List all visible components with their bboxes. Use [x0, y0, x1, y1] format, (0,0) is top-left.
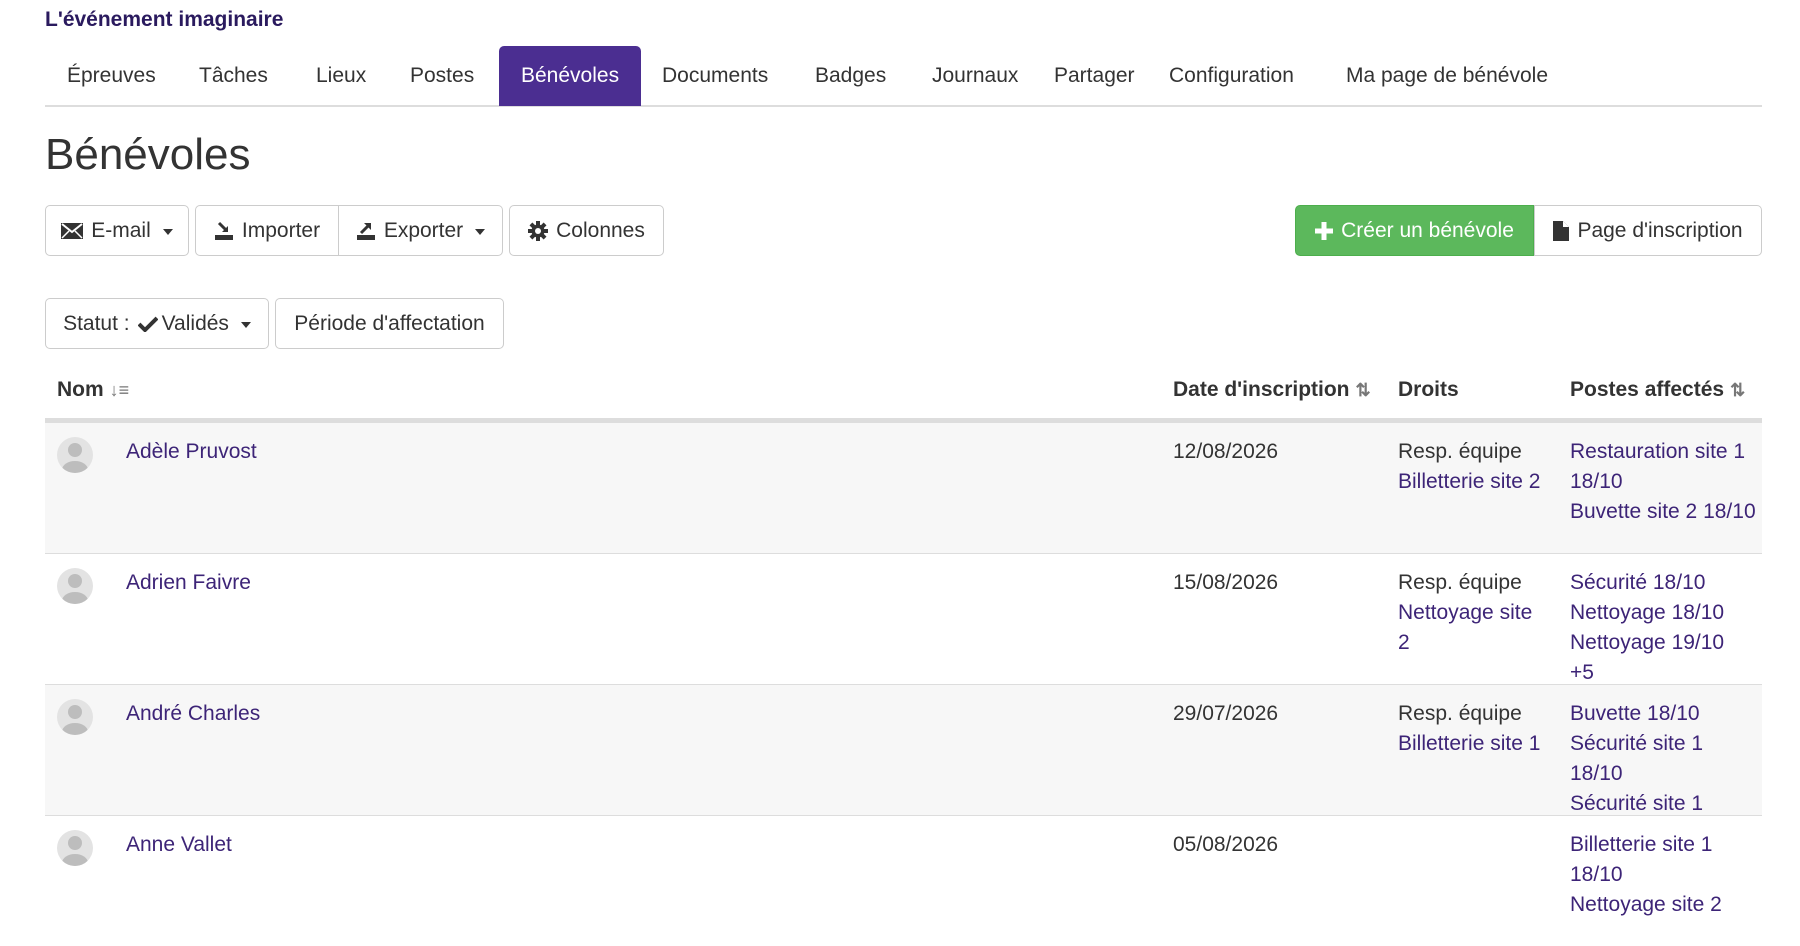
tab-benevoles[interactable]: Bénévoles: [499, 46, 642, 106]
page-title: Bénévoles: [45, 130, 251, 179]
rights-team-link[interactable]: Nettoyage site 2: [1398, 598, 1548, 658]
assigned-post-link[interactable]: Sécurité 18/10: [1570, 568, 1760, 598]
tab-ma-page[interactable]: Ma page de bénévole: [1324, 46, 1570, 106]
signup-date: 15/08/2026: [1173, 571, 1279, 594]
assigned-post-link[interactable]: Buvette 18/10: [1570, 699, 1760, 729]
table-row: Adèle Pruvost 12/08/2026 Resp. équipe Bi…: [45, 422, 1762, 553]
column-header-rights: Droits: [1398, 378, 1459, 401]
import-icon: [214, 221, 234, 241]
assigned-post-link[interactable]: Nettoyage 18/10: [1570, 598, 1760, 628]
volunteer-name-link[interactable]: Adèle Pruvost: [126, 437, 257, 467]
assigned-post-link[interactable]: Buvette site 2 18/10: [1570, 497, 1760, 527]
assigned-post-link[interactable]: Nettoyage site 2: [1570, 890, 1760, 920]
column-header-name[interactable]: Nom ↓≡: [57, 378, 129, 402]
chevron-down-icon: [475, 229, 486, 235]
signup-date: 12/08/2026: [1173, 440, 1279, 463]
volunteer-name-link[interactable]: André Charles: [126, 699, 260, 729]
signup-page-label: Page d'inscription: [1577, 218, 1743, 242]
rights-team-link[interactable]: Billetterie site 1: [1398, 729, 1548, 759]
envelope-icon: [61, 222, 84, 239]
avatar: [57, 437, 93, 473]
main-nav-tabs: Épreuves Tâches Lieux Postes Bénévoles D…: [45, 46, 1762, 107]
tab-configuration[interactable]: Configuration: [1147, 46, 1316, 106]
volunteer-name-link[interactable]: Adrien Faivre: [126, 568, 251, 598]
tab-documents[interactable]: Documents: [640, 46, 790, 106]
file-icon: [1553, 220, 1570, 241]
table-row: Adrien Faivre 15/08/2026 Resp. équipe Ne…: [45, 553, 1762, 684]
column-header-posts-label: Postes affectés: [1570, 378, 1725, 401]
sort-icon: ⇅: [1355, 380, 1371, 400]
status-filter-dropdown[interactable]: Statut : Validés: [45, 298, 269, 349]
event-title[interactable]: L'événement imaginaire: [45, 8, 283, 32]
avatar: [57, 830, 93, 866]
more-posts-link[interactable]: +5: [1570, 658, 1760, 680]
sort-alpha-icon: ↓≡: [109, 380, 130, 400]
tab-badges[interactable]: Badges: [793, 46, 908, 106]
table-row: Anne Vallet 05/08/2026 Billetterie site …: [45, 815, 1762, 946]
import-button[interactable]: Importer: [195, 205, 339, 256]
chevron-down-icon: [162, 229, 173, 235]
create-volunteer-label: Créer un bénévole: [1341, 218, 1514, 242]
signup-page-button[interactable]: Page d'inscription: [1534, 205, 1762, 256]
avatar: [57, 568, 93, 604]
signup-date: 29/07/2026: [1173, 702, 1279, 725]
import-label: Importer: [241, 218, 321, 242]
column-header-date[interactable]: Date d'inscription ⇅: [1173, 378, 1371, 402]
assigned-post-link[interactable]: Nettoyage 19/10: [1570, 628, 1760, 658]
tab-taches[interactable]: Tâches: [177, 46, 290, 106]
rights-role: Resp. équipe: [1398, 702, 1522, 725]
sort-icon: ⇅: [1730, 380, 1746, 400]
tab-postes[interactable]: Postes: [388, 46, 496, 106]
email-label: E-mail: [91, 218, 151, 242]
tab-epreuves[interactable]: Épreuves: [45, 46, 178, 106]
assigned-post-link[interactable]: Sécurité site 1 18/10: [1570, 729, 1760, 789]
tab-journaux[interactable]: Journaux: [910, 46, 1040, 106]
tab-lieux[interactable]: Lieux: [294, 46, 388, 106]
columns-button[interactable]: Colonnes: [509, 205, 664, 256]
status-filter-prefix: Statut :: [63, 311, 130, 335]
columns-label: Colonnes: [556, 218, 645, 242]
column-header-name-label: Nom: [57, 378, 104, 401]
check-icon: [137, 316, 158, 332]
rights-team-link[interactable]: Billetterie site 2: [1398, 467, 1548, 497]
table-row: André Charles 29/07/2026 Resp. équipe Bi…: [45, 684, 1762, 815]
signup-date: 05/08/2026: [1173, 833, 1279, 856]
chevron-down-icon: [240, 322, 251, 328]
plus-icon: [1315, 221, 1334, 240]
export-button[interactable]: Exporter: [339, 205, 503, 256]
rights-role: Resp. équipe: [1398, 440, 1522, 463]
column-header-posts[interactable]: Postes affectés ⇅: [1570, 378, 1745, 402]
assignment-period-button[interactable]: Période d'affectation: [275, 298, 504, 349]
assigned-post-link[interactable]: Sécurité site 1: [1570, 789, 1760, 811]
rights-role: Resp. équipe: [1398, 571, 1522, 594]
gear-icon: [528, 220, 549, 241]
avatar: [57, 699, 93, 735]
volunteer-name-link[interactable]: Anne Vallet: [126, 830, 232, 860]
tab-partager[interactable]: Partager: [1032, 46, 1157, 106]
export-label: Exporter: [383, 218, 464, 242]
assigned-post-link[interactable]: Billetterie site 1 18/10: [1570, 830, 1760, 890]
export-icon: [356, 221, 376, 241]
create-volunteer-button[interactable]: Créer un bénévole: [1295, 205, 1534, 256]
column-header-date-label: Date d'inscription: [1173, 378, 1350, 401]
assigned-post-link[interactable]: Restauration site 1 18/10: [1570, 437, 1760, 497]
email-button[interactable]: E-mail: [45, 205, 189, 256]
status-filter-value: Validés: [161, 311, 229, 335]
